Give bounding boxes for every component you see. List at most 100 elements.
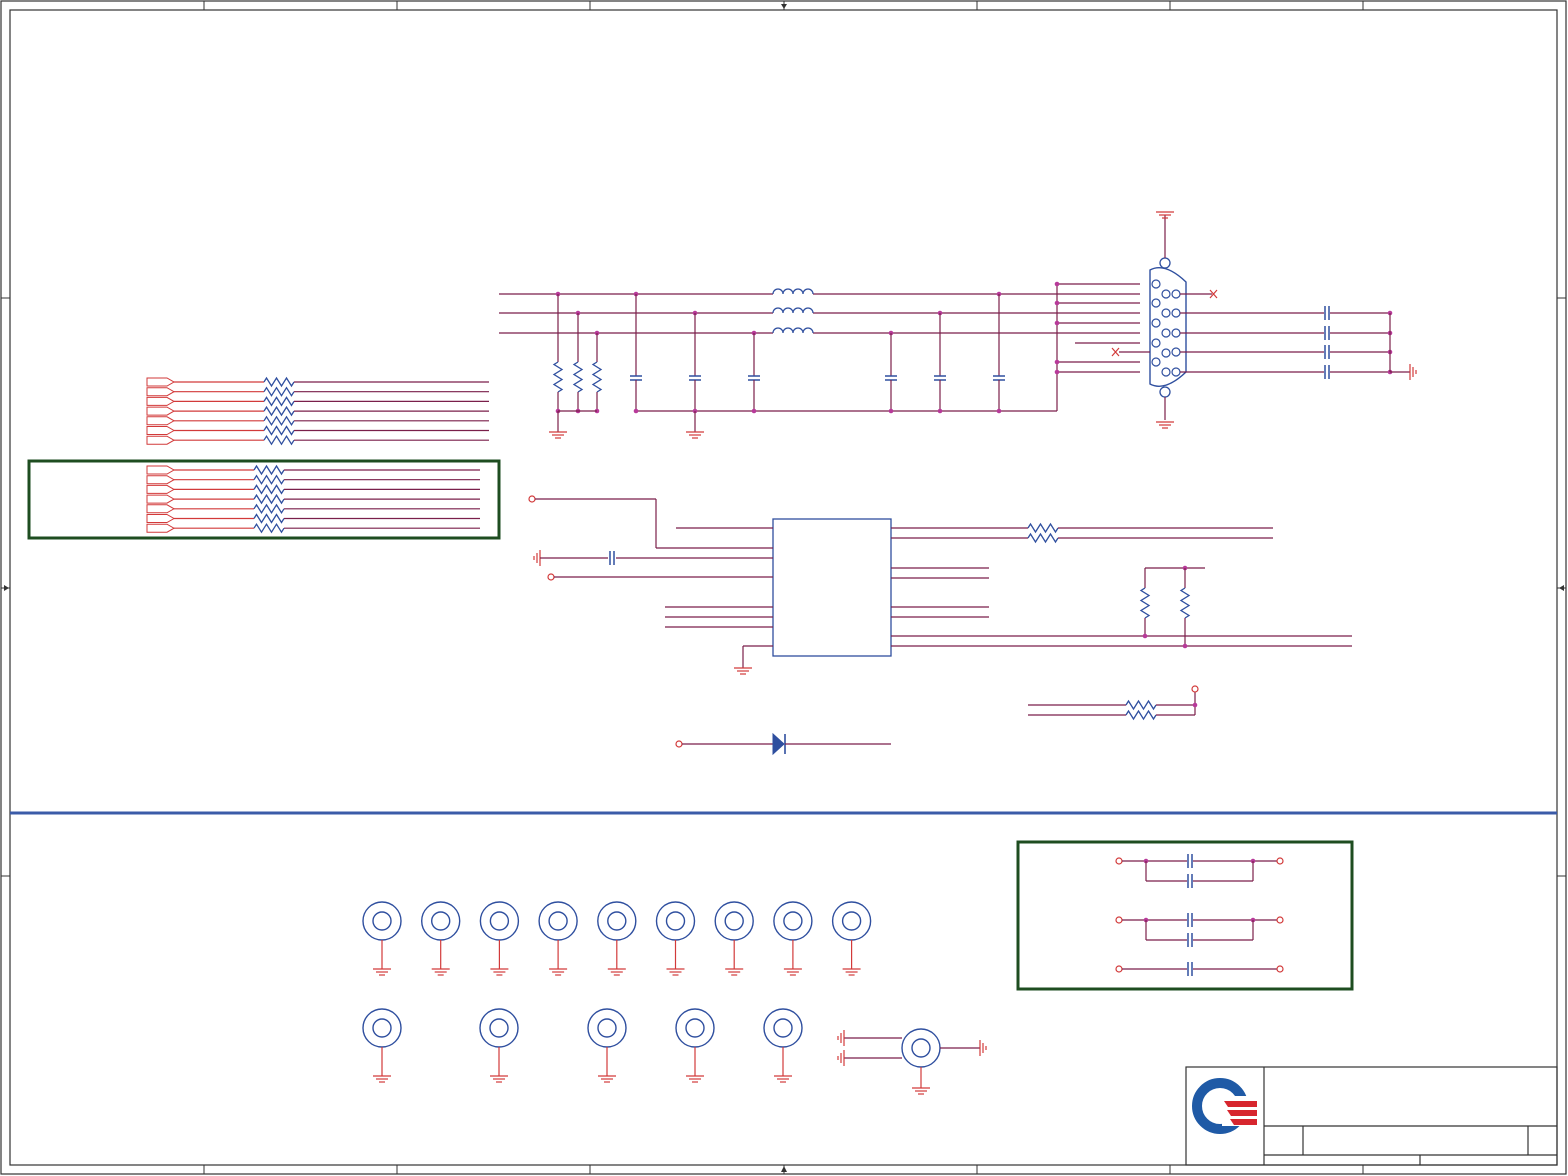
connector-pin: [1151, 298, 1161, 308]
capacitor-icon: [885, 375, 897, 381]
ground-icon: [979, 1040, 987, 1056]
offpage-connector-icon: [146, 435, 176, 445]
connector-pin: [1171, 308, 1181, 318]
capacitor-icon: [993, 375, 1005, 381]
mounting-hole-icon: [479, 1008, 519, 1083]
resistor-icon: [1027, 522, 1059, 534]
mounting-hole-inner: [724, 911, 744, 931]
connector-pin: [1171, 328, 1181, 338]
junction-dot: [1054, 359, 1060, 365]
offpage-connector-icon: [146, 465, 176, 475]
junction-dot: [1192, 702, 1198, 708]
junction-dot: [1054, 369, 1060, 375]
mounting-hole-inner: [607, 911, 627, 931]
connector-pin: [1161, 308, 1171, 318]
resistor-icon: [572, 361, 584, 393]
mounting-hole-icon: [479, 901, 520, 976]
vga-filter-network: [499, 281, 1140, 439]
connector-pin: [1151, 279, 1161, 289]
resistor-icon: [1027, 532, 1059, 544]
offpage-connector-icon: [146, 523, 176, 533]
mounting-hole-inner: [372, 1018, 392, 1038]
ic-block: [528, 495, 1352, 756]
resistor-icon: [552, 361, 564, 393]
capacitor-icon: [1324, 345, 1330, 359]
resistor-icon: [263, 405, 295, 417]
mounting-hole-inner: [489, 911, 510, 931]
terminal-pin: [1276, 965, 1284, 973]
resistor-icon: [253, 503, 285, 515]
ground-icon: [912, 1087, 930, 1095]
mounting-hole-icon: [538, 901, 578, 976]
mounting-hole-icon: [675, 1008, 715, 1083]
mounting-hole-icon: [831, 901, 872, 976]
ground-icon: [686, 1075, 704, 1083]
ground-icon: [725, 968, 744, 976]
ground-icon: [490, 968, 509, 976]
mounting-hole-inner: [841, 911, 862, 931]
resistor-array-lower: [146, 464, 480, 534]
connector-pin: [1161, 367, 1171, 377]
mounting-hole-inner: [665, 911, 686, 931]
offpage-connector-icon: [146, 475, 176, 485]
connector-pin: [1171, 347, 1181, 357]
ic-body: [772, 518, 892, 657]
mounting-hole-icon: [587, 1008, 627, 1083]
ground-icon: [607, 968, 626, 976]
ground-icon: [734, 667, 752, 675]
mounting-hole-icon: [655, 901, 696, 976]
resistor-icon: [1125, 709, 1157, 721]
ground-icon: [686, 431, 704, 439]
capacitor-icon: [630, 375, 642, 381]
centre-arrow-bottom: [781, 1166, 787, 1172]
inductor-icon: [772, 327, 814, 334]
connector-shield-capacitors: [1180, 306, 1417, 380]
terminal-pin: [1276, 857, 1284, 865]
terminal-pin: [1276, 916, 1284, 924]
capacitor-icon: [609, 551, 615, 565]
mounting-hole-icon: [837, 1028, 987, 1095]
ground-icon: [774, 1075, 792, 1083]
inductor-icon: [772, 307, 814, 314]
logo-stripe: [1227, 1110, 1257, 1116]
mounting-hole-icon: [714, 901, 754, 976]
no-connect-icon: [1111, 347, 1120, 357]
connector-pin: [1151, 338, 1161, 348]
junction-dot: [937, 408, 943, 414]
company-logo-icon: [1192, 1078, 1258, 1134]
logo-stripe: [1230, 1119, 1257, 1125]
capacitor-icon: [1187, 933, 1193, 947]
terminal-pin: [1191, 685, 1199, 693]
ground-icon: [533, 550, 541, 566]
junction-dot: [1054, 320, 1060, 326]
mounting-holes: [362, 901, 987, 1095]
offpage-connector-icon: [146, 484, 176, 494]
mounting-hole-inner: [685, 1018, 705, 1038]
resistor-icon: [253, 493, 285, 505]
offpage-connector-icon: [146, 494, 176, 504]
resistor-icon: [253, 513, 285, 524]
resistor-icon: [263, 386, 295, 397]
resistor-array-upper: [146, 376, 489, 446]
offpage-connector-icon: [146, 416, 176, 426]
db15-connector: [1111, 211, 1218, 429]
offpage-connector-icon: [146, 396, 176, 406]
mounting-hole-inner: [911, 1038, 931, 1058]
mounting-hole-inner: [489, 1018, 509, 1038]
capacitor-icon: [1324, 365, 1330, 379]
ground-icon: [837, 1030, 845, 1046]
resistor-icon: [591, 361, 603, 393]
resistor-icon: [1125, 699, 1157, 711]
junction-dot: [1054, 300, 1060, 306]
capacitor-icon: [1187, 913, 1193, 927]
terminal-pin: [1115, 857, 1123, 865]
junction-dot: [751, 408, 757, 414]
terminal-pin: [675, 740, 683, 748]
ground-icon: [490, 1075, 508, 1083]
mounting-hole-icon: [421, 901, 461, 976]
centre-arrow-left: [4, 585, 9, 591]
connector-pin: [1151, 357, 1161, 367]
centre-arrow-top: [781, 4, 787, 9]
ground-icon: [666, 968, 685, 976]
highlight-frame-right: [1016, 840, 1354, 991]
